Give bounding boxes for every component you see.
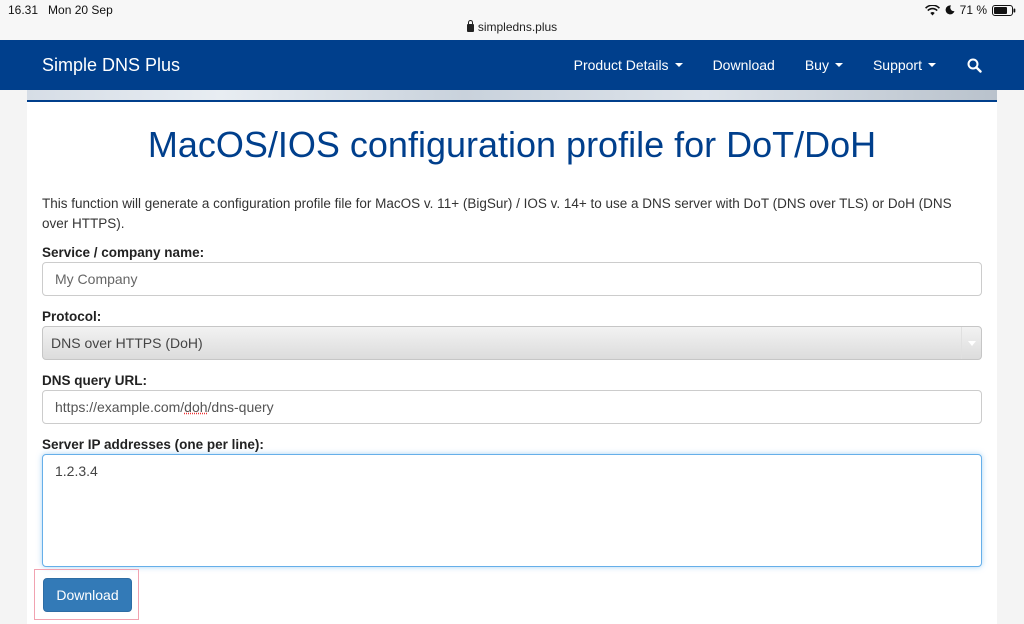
caret-down-icon (674, 63, 683, 67)
url-value: https://example.com/doh/dns-query (55, 399, 274, 415)
main-content: MacOS/IOS configuration profile for DoT/… (27, 102, 997, 624)
battery-icon (992, 4, 1016, 16)
ips-label: Server IP addresses (one per line): (42, 437, 264, 452)
caret-down-icon (834, 63, 843, 67)
service-name-input[interactable]: My Company (42, 262, 982, 296)
battery-percent: 71 % (959, 3, 987, 17)
hero-banner (27, 90, 997, 102)
download-focus-outline: Download (34, 569, 139, 620)
protocol-select[interactable]: DNS over HTTPS (DoH) (42, 326, 982, 360)
nav-product-details[interactable]: Product Details (559, 40, 698, 90)
protocol-selected-value: DNS over HTTPS (DoH) (51, 335, 203, 351)
intro-text: This function will generate a configurat… (42, 196, 952, 231)
protocol-label: Protocol: (42, 309, 102, 324)
address-bar[interactable]: simpledns.plus (0, 20, 1024, 34)
nav-buy[interactable]: Buy (790, 40, 858, 90)
nav-menu: Product Details Download Buy Support (559, 40, 1024, 90)
dns-query-url-input[interactable]: https://example.com/doh/dns-query (42, 390, 982, 424)
lock-icon (466, 20, 474, 32)
search-button[interactable] (951, 40, 1024, 90)
chevron-down-icon (961, 327, 981, 359)
ios-status-bar: 16.31 Mon 20 Sep simpledns.plus 71 % (0, 0, 1024, 40)
server-ips-textarea[interactable]: 1.2.3.4 (42, 454, 982, 567)
caret-down-icon (928, 63, 936, 67)
service-placeholder: My Company (55, 271, 138, 287)
address-url: simpledns.plus (477, 20, 558, 34)
service-label: Service / company name: (42, 245, 205, 260)
status-time: 16.31 Mon 20 Sep (8, 3, 113, 17)
wifi-icon (924, 4, 940, 15)
nav-download[interactable]: Download (698, 40, 790, 90)
brand-logo[interactable]: Simple DNS Plus (42, 55, 180, 76)
nav-support[interactable]: Support (858, 40, 951, 90)
top-navbar: Simple DNS Plus Product Details Download… (0, 40, 1024, 90)
status-indicators: 71 % (924, 3, 1016, 17)
page-title: MacOS/IOS configuration profile for DoT/… (147, 124, 877, 165)
search-icon (967, 58, 982, 73)
download-button[interactable]: Download (43, 578, 132, 612)
ips-value: 1.2.3.4 (55, 463, 98, 479)
moon-icon (945, 5, 955, 15)
url-label: DNS query URL: (42, 373, 148, 388)
